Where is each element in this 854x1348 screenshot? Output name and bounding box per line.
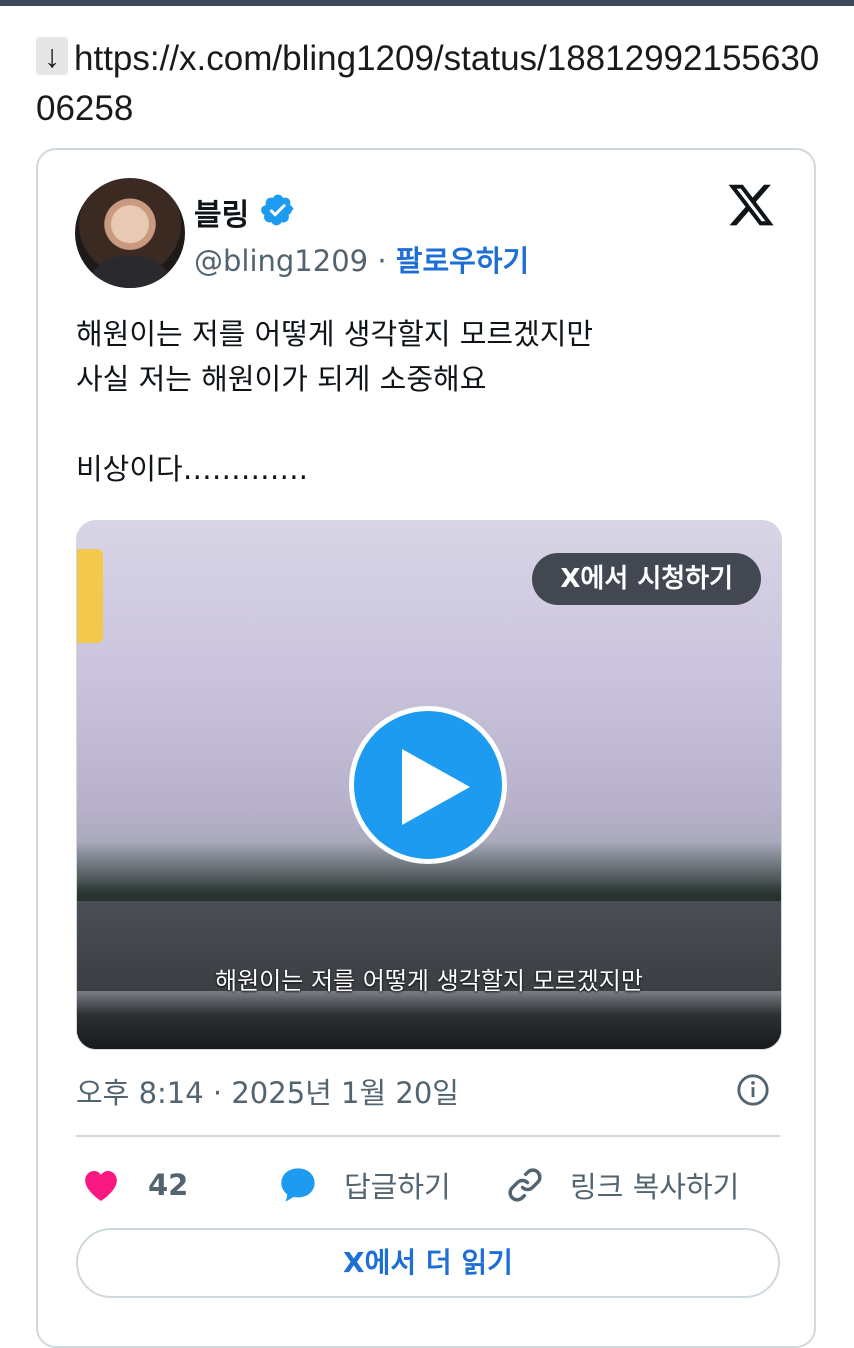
watch-on-x-button[interactable]: X에서 시청하기 — [532, 553, 761, 605]
follow-button[interactable]: 팔로우하기 — [396, 244, 529, 278]
like-button[interactable]: 42 — [80, 1160, 188, 1210]
handle-line: @bling1209 · 팔로우하기 — [194, 238, 529, 280]
info-icon[interactable] — [736, 1073, 770, 1107]
reply-button[interactable]: 답글하기 — [276, 1160, 451, 1210]
tweet-timestamp[interactable]: 오후 8:14 · 2025년 1월 20일 — [76, 1070, 459, 1112]
source-url-link[interactable]: https://x.com/bling1209/status/188129921… — [36, 39, 819, 128]
copy-link-button[interactable]: 링크 복사하기 — [504, 1160, 739, 1210]
play-icon — [402, 749, 470, 825]
tweet-embed-card: 블링 @bling1209 · 팔로우하기 해원이는 저를 어떻게 생각할지 모… — [36, 148, 816, 1348]
video-subtitle: 해원이는 저를 어떻게 생각할지 모르겠지만 — [215, 967, 643, 995]
top-bar — [0, 0, 854, 6]
author-handle[interactable]: @bling1209 — [194, 244, 368, 278]
x-logo-icon[interactable] — [726, 180, 776, 230]
author-name[interactable]: 블링 — [194, 190, 249, 234]
link-icon — [508, 1168, 542, 1202]
source-link-line: ↓ https://x.com/bling1209/status/18812992… — [36, 34, 826, 134]
scenery-dashboard — [77, 991, 781, 1049]
overlay-sticker — [77, 549, 103, 643]
play-button[interactable] — [349, 706, 507, 864]
separator: · — [368, 244, 396, 278]
down-arrow-icon: ↓ — [36, 37, 68, 75]
tweet-actions: 42 답글하기 링크 복사하기 — [76, 1160, 780, 1210]
read-more-button[interactable]: X에서 더 읽기 — [76, 1228, 780, 1298]
reply-label: 답글하기 — [344, 1170, 451, 1204]
avatar[interactable] — [75, 178, 185, 288]
tweet-text: 해원이는 저를 어떻게 생각할지 모르겠지만 사실 저는 해원이가 되게 소중해… — [76, 317, 594, 486]
copy-link-label: 링크 복사하기 — [570, 1170, 740, 1204]
heart-icon — [85, 1171, 117, 1201]
reply-bubble-icon — [281, 1168, 315, 1202]
divider — [76, 1135, 780, 1137]
like-count: 42 — [148, 1168, 189, 1202]
verified-badge-icon — [261, 194, 294, 226]
video-thumbnail[interactable]: X에서 시청하기 해원이는 저를 어떻게 생각할지 모르겠지만 — [76, 520, 782, 1050]
